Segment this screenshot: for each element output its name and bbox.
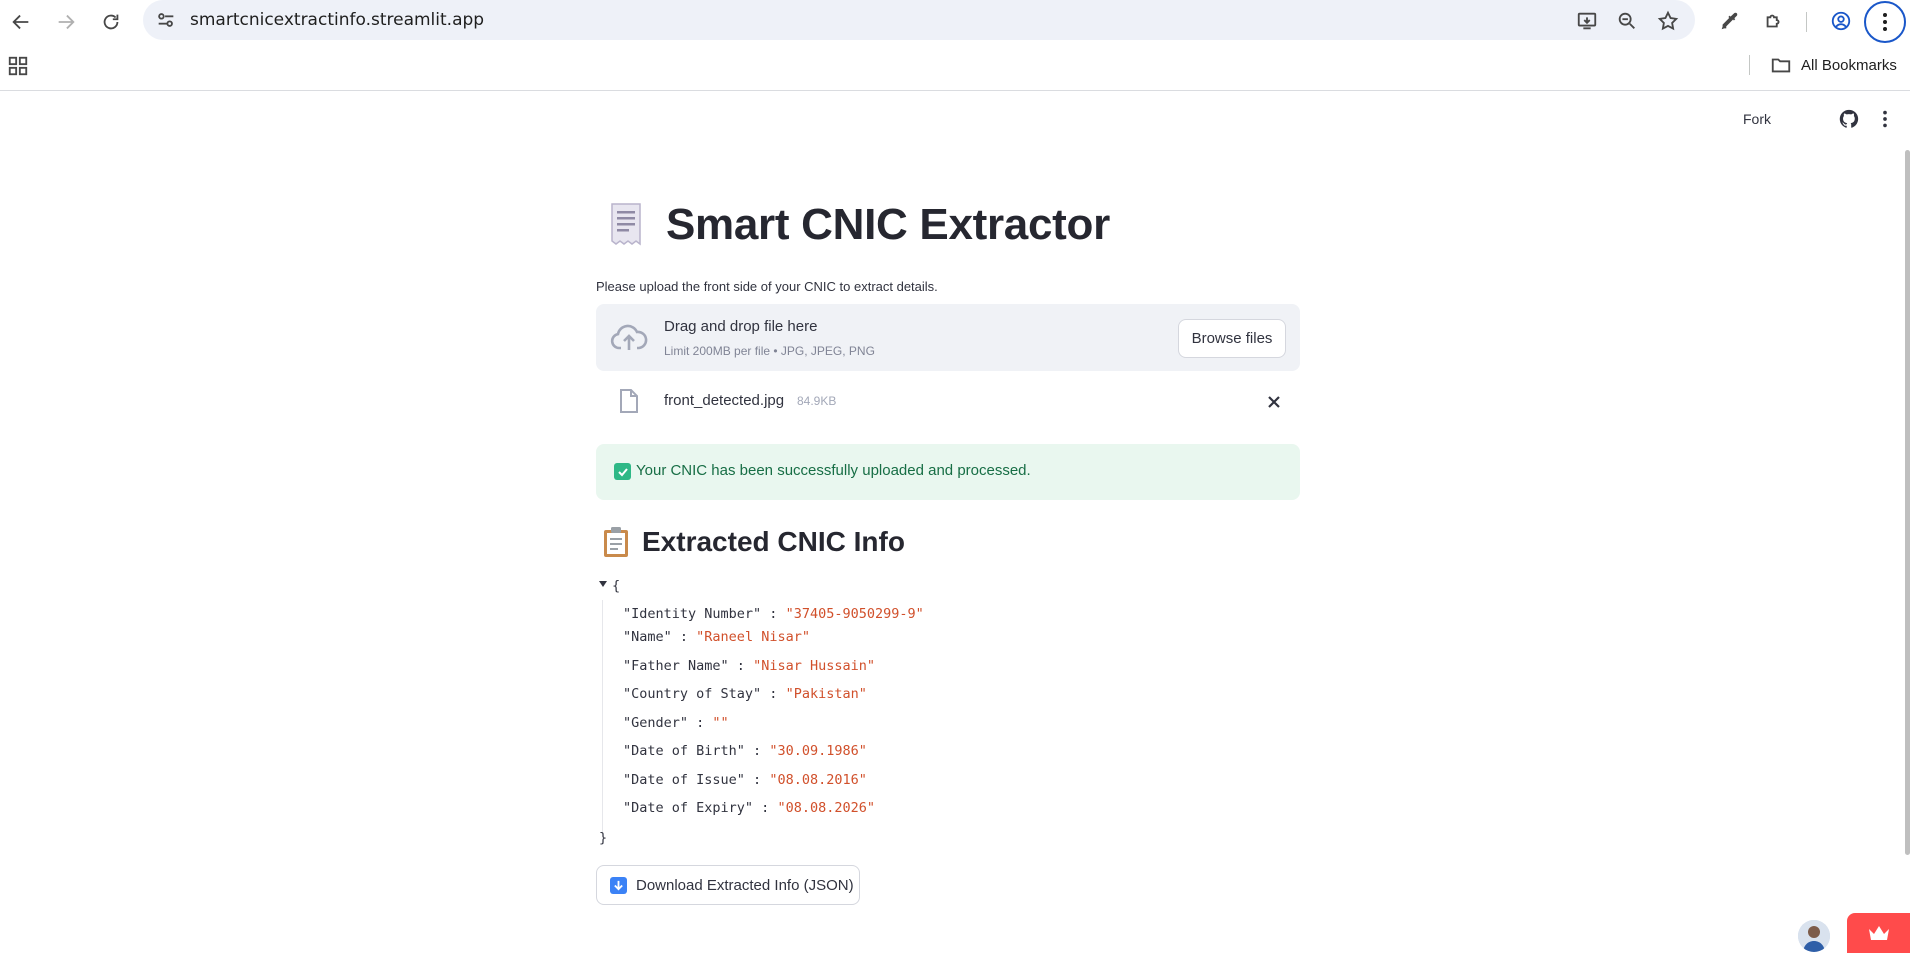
json-key: "Father Name" (623, 658, 729, 674)
vertical-dots-icon (1883, 13, 1887, 31)
json-value: "37405-9050299-9" (785, 606, 924, 622)
bookmark-star-button[interactable] (1653, 6, 1683, 36)
all-bookmarks-button[interactable]: All Bookmarks (1770, 54, 1897, 76)
file-dropzone[interactable]: Drag and drop file here Limit 200MB per … (596, 304, 1300, 371)
json-indent-guide (602, 600, 603, 832)
json-field: "Country of Stay" : "Pakistan" (623, 686, 867, 708)
address-bar[interactable]: smartcnicextractinfo.streamlit.app (143, 0, 1695, 40)
app-menu-icon[interactable] (1874, 108, 1896, 130)
json-key: "Identity Number" (623, 606, 762, 622)
check-icon (614, 463, 631, 480)
file-name: front_detected.jpg (664, 392, 785, 409)
crown-icon (1868, 926, 1889, 940)
json-value: "" (712, 715, 729, 731)
puzzle-icon (1766, 14, 1780, 28)
json-key: "Date of Issue" (623, 772, 745, 788)
install-icon (1577, 12, 1597, 30)
cloud-upload-icon (610, 324, 648, 350)
browser-chrome: smartcnicextractinfo.streamlit.app All B… (0, 0, 1910, 91)
json-key: "Country of Stay" (623, 686, 762, 702)
success-alert: Your CNIC has been successfully uploaded… (596, 444, 1300, 500)
streamlit-hosted-badge[interactable] (1847, 913, 1910, 953)
json-open-brace: { (612, 578, 621, 594)
clipboard-icon (604, 527, 628, 557)
install-app-button[interactable] (1572, 6, 1602, 36)
json-colon: : (761, 606, 786, 622)
json-value: "08.08.2026" (777, 800, 875, 816)
json-field: "Date of Expiry" : "08.08.2026" (623, 800, 875, 822)
json-colon: : (728, 658, 754, 674)
page-scrollbar[interactable] (1905, 150, 1910, 855)
dropzone-label: Drag and drop file here (664, 318, 818, 335)
json-field: "Gender" : "" (623, 715, 729, 737)
toolbar-divider (1806, 12, 1807, 32)
down-arrow-icon (610, 876, 627, 894)
uploaded-file-row: front_detected.jpg 84.9KB (596, 386, 1300, 422)
json-value: "Pakistan" (785, 686, 867, 702)
section-header: Extracted CNIC Info (596, 526, 905, 558)
forward-button[interactable] (50, 6, 82, 38)
zoom-button[interactable] (1612, 6, 1642, 36)
json-value: "08.08.2016" (769, 772, 867, 788)
json-key: "Gender" (623, 715, 689, 731)
receipt-icon (611, 203, 641, 246)
eyedropper-icon (1721, 12, 1738, 30)
page-title: Smart CNIC Extractor (666, 200, 1110, 249)
json-value: "Raneel Nisar" (696, 629, 810, 645)
apps-grid-icon[interactable] (7, 55, 29, 77)
reload-icon (103, 14, 119, 30)
avatar[interactable] (1798, 920, 1830, 952)
json-key: "Date of Expiry" (623, 800, 754, 816)
profile-button[interactable] (1824, 4, 1858, 38)
dropzone-limit: Limit 200MB per file • JPG, JPEG, PNG (664, 344, 875, 358)
account-icon (1831, 11, 1851, 31)
section-title: Extracted CNIC Info (642, 526, 905, 557)
json-value: "30.09.1986" (769, 743, 867, 759)
url-text[interactable]: smartcnicextractinfo.streamlit.app (190, 10, 484, 30)
title-row: Smart CNIC Extractor (596, 200, 1110, 250)
site-settings-icon[interactable] (155, 9, 177, 31)
all-bookmarks-label: All Bookmarks (1801, 56, 1897, 74)
user-avatar-icon (1798, 920, 1830, 952)
json-key: "Name" (623, 629, 672, 645)
back-button[interactable] (5, 6, 37, 38)
file-icon (620, 389, 638, 413)
upload-instruction: Please upload the front side of your CNI… (596, 279, 938, 294)
browse-files-button[interactable]: Browse files (1178, 319, 1286, 358)
folder-icon (1771, 58, 1791, 73)
json-close-brace: } (599, 830, 608, 846)
fork-button[interactable]: Fork (1743, 111, 1771, 127)
json-colon: : (761, 686, 786, 702)
arrow-left-icon (12, 14, 29, 30)
bookmarks-divider (1749, 55, 1750, 75)
streamlit-toolbar: Fork (1610, 91, 1910, 147)
file-size: 84.9KB (797, 394, 837, 408)
extensions-button[interactable] (1757, 4, 1791, 38)
collapse-toggle-icon[interactable] (599, 581, 607, 587)
json-colon: : (671, 629, 697, 645)
json-field: "Identity Number" : "37405-9050299-9" (623, 606, 924, 628)
json-value: "Nisar Hussain" (753, 658, 875, 674)
success-message: Your CNIC has been successfully uploaded… (636, 462, 1031, 479)
json-field: "Father Name" : "Nisar Hussain" (623, 658, 875, 680)
json-colon: : (688, 715, 713, 731)
json-field: "Name" : "Raneel Nisar" (623, 629, 810, 651)
json-colon: : (744, 743, 770, 759)
download-label: Download Extracted Info (JSON) (636, 876, 854, 894)
json-key: "Date of Birth" (623, 743, 745, 759)
json-field: "Date of Birth" : "30.09.1986" (623, 743, 867, 765)
github-icon[interactable] (1838, 108, 1860, 130)
close-icon[interactable] (1264, 392, 1284, 412)
eyedropper-button[interactable] (1712, 4, 1746, 38)
json-field: "Date of Issue" : "08.08.2016" (623, 772, 867, 794)
reload-button[interactable] (95, 6, 127, 38)
zoom-out-icon (1618, 12, 1635, 29)
json-colon: : (753, 800, 778, 816)
browser-menu-button[interactable] (1864, 1, 1906, 43)
json-colon: : (744, 772, 770, 788)
arrow-right-icon (58, 14, 75, 30)
download-json-button[interactable]: Download Extracted Info (JSON) (596, 865, 860, 905)
star-icon (1657, 10, 1679, 31)
